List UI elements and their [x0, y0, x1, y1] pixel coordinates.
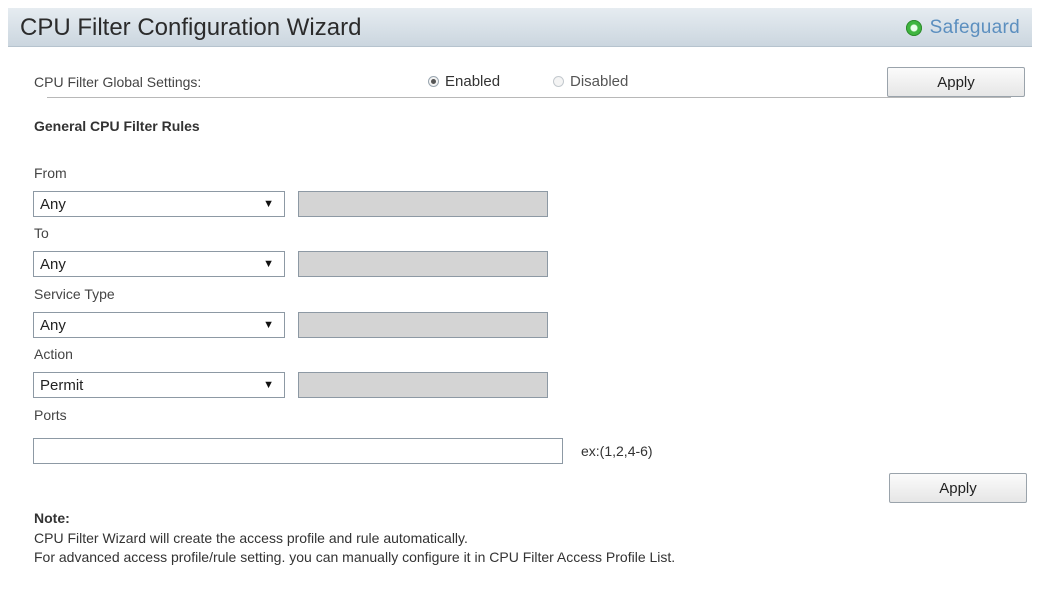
from-select[interactable]: Any ▼: [33, 191, 285, 217]
status-led-icon: [905, 20, 922, 36]
global-settings-label: CPU Filter Global Settings:: [34, 74, 202, 90]
page-header: CPU Filter Configuration Wizard Safeguar…: [8, 8, 1032, 47]
ports-label: Ports: [34, 407, 67, 423]
to-value-field: [298, 251, 548, 277]
dropdown-arrow-icon: ▼: [263, 258, 274, 270]
service-type-select[interactable]: Any ▼: [33, 312, 285, 338]
action-select[interactable]: Permit ▼: [33, 372, 285, 398]
apply-rules-button[interactable]: Apply: [889, 473, 1027, 503]
dropdown-arrow-icon: ▼: [263, 198, 274, 210]
divider: [47, 97, 1011, 98]
service-type-label: Service Type: [34, 286, 115, 302]
page-title: CPU Filter Configuration Wizard: [20, 14, 362, 41]
note-line: For advanced access profile/rule setting…: [34, 549, 676, 565]
to-select-value: Any: [40, 256, 66, 273]
safeguard-label: Safeguard: [929, 17, 1020, 38]
service-type-select-value: Any: [40, 317, 66, 334]
dropdown-arrow-icon: ▼: [263, 319, 274, 331]
action-value-field: [298, 372, 548, 398]
note-line: CPU Filter Wizard will create the access…: [34, 530, 468, 546]
ports-hint: ex:(1,2,4-6): [581, 443, 653, 459]
radio-enabled-label: Enabled: [445, 73, 501, 90]
action-select-value: Permit: [40, 377, 84, 394]
to-select[interactable]: Any ▼: [33, 251, 285, 277]
dropdown-arrow-icon: ▼: [263, 379, 274, 391]
radio-enabled-icon[interactable]: [428, 76, 439, 87]
from-label: From: [34, 165, 67, 181]
action-label: Action: [34, 346, 73, 362]
to-label: To: [34, 225, 49, 241]
from-value-field: [298, 191, 548, 217]
radio-enabled[interactable]: Enabled: [428, 73, 500, 90]
radio-disabled-label: Disabled: [570, 73, 629, 90]
ports-input[interactable]: [33, 438, 563, 464]
radio-disabled[interactable]: Disabled: [553, 73, 628, 90]
safeguard-indicator: Safeguard: [905, 17, 1020, 39]
service-type-value-field: [298, 312, 548, 338]
section-title: General CPU Filter Rules: [34, 118, 200, 134]
radio-disabled-icon[interactable]: [553, 76, 564, 87]
apply-global-button[interactable]: Apply: [887, 67, 1025, 97]
note-title: Note:: [34, 510, 70, 526]
from-select-value: Any: [40, 196, 66, 213]
